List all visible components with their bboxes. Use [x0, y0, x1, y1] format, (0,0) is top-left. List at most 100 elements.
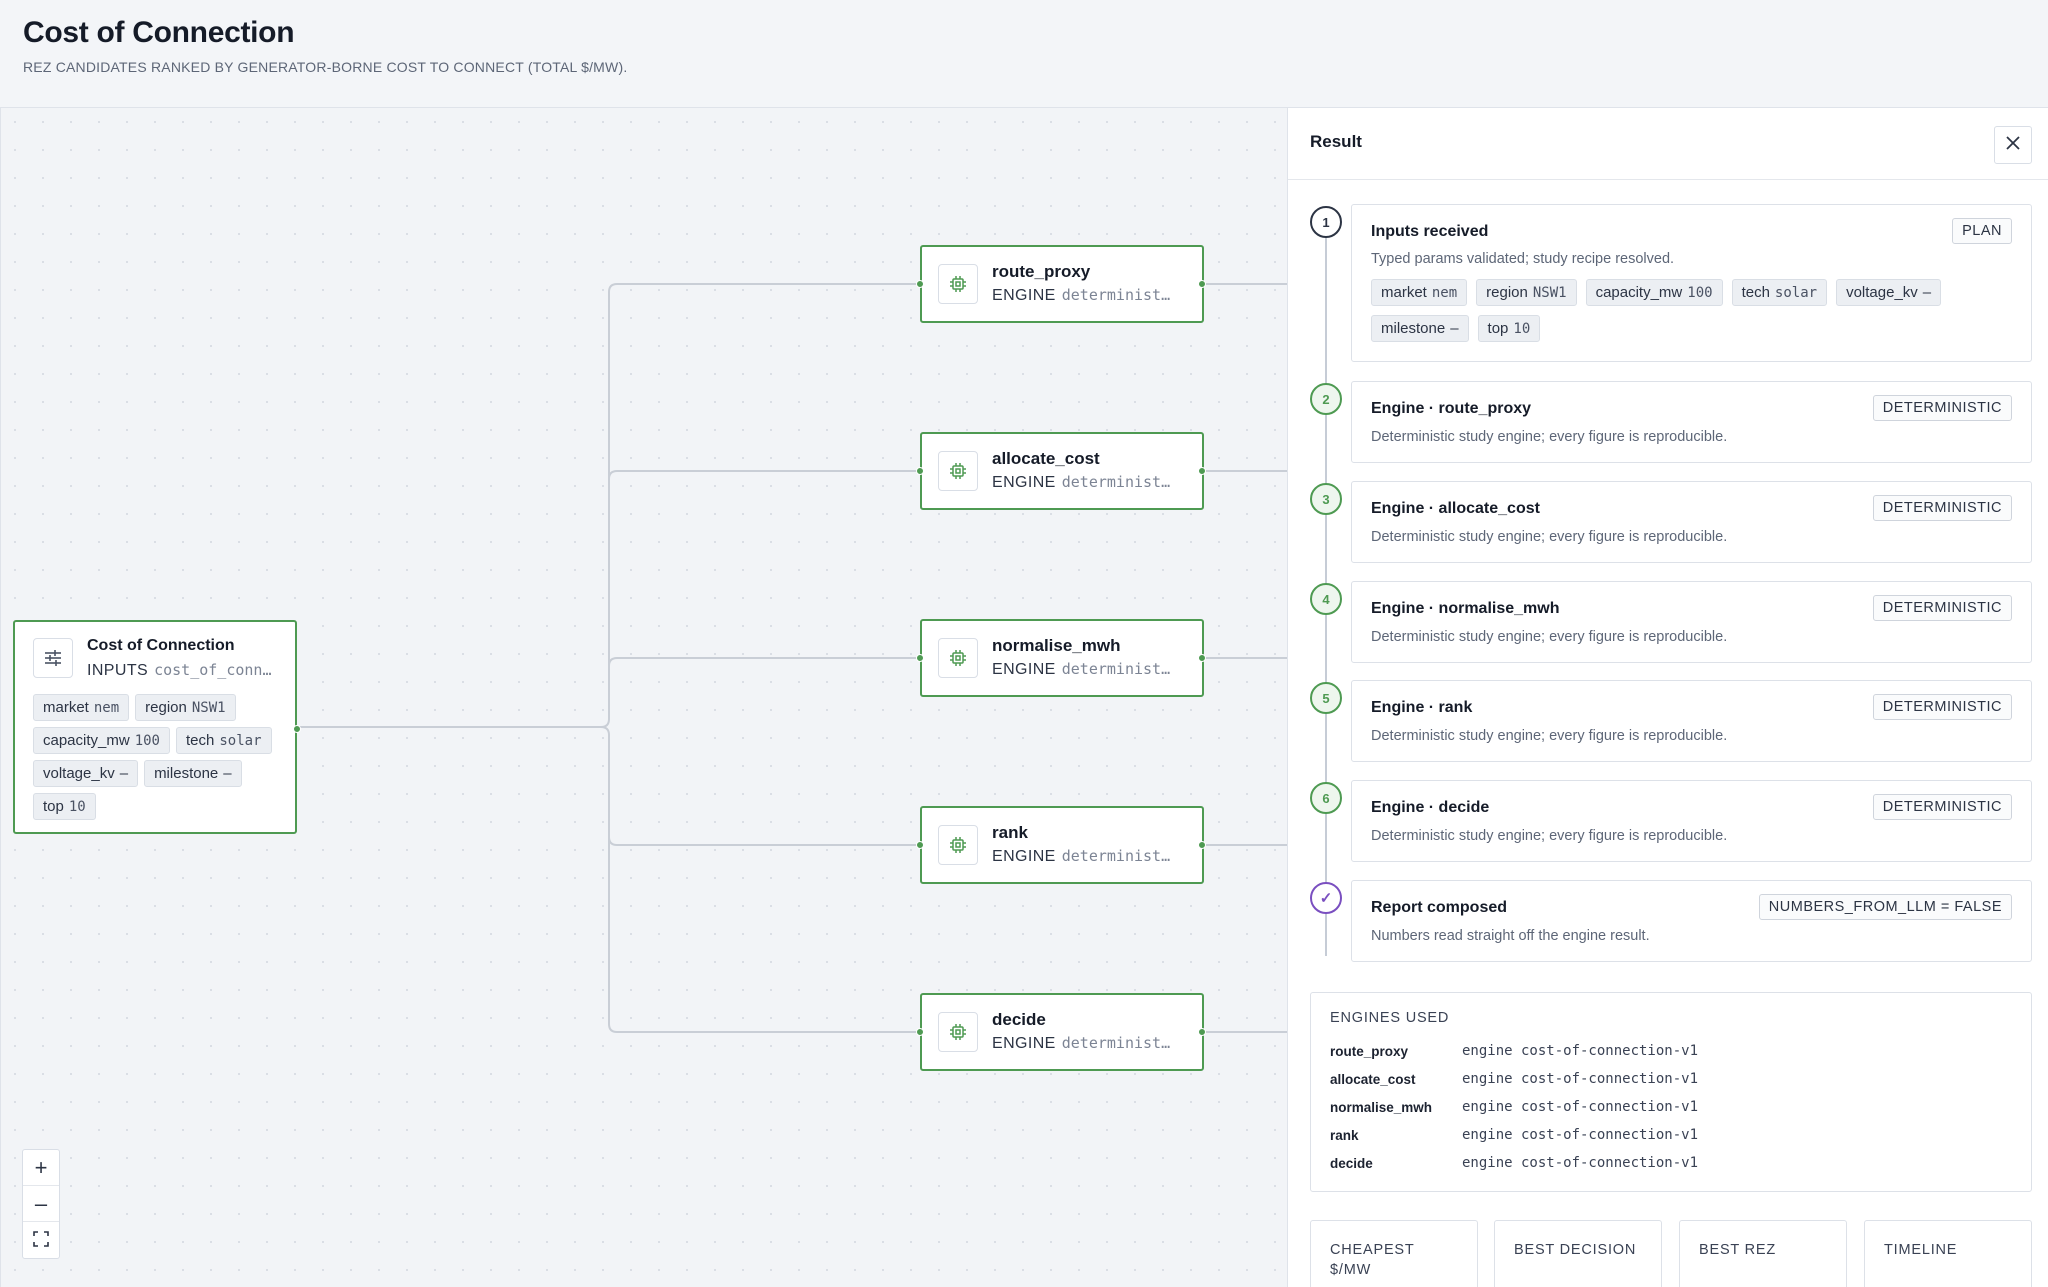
- step-marker: ✓: [1310, 882, 1342, 914]
- param-key: capacity_mw: [1595, 284, 1683, 301]
- engine-version: engine cost-of-connection-v1: [1462, 1071, 1699, 1087]
- engine-node-title: decide: [992, 1010, 1046, 1029]
- param-value: solar: [219, 732, 262, 749]
- step-marker: 3: [1310, 483, 1342, 515]
- status-badge: DETERMINISTIC: [1872, 395, 2012, 421]
- edge-branch-rank: [600, 726, 921, 846]
- param-chip-top: top 10: [1477, 315, 1541, 342]
- param-value: NSW1: [1532, 284, 1567, 301]
- engine-node-title: allocate_cost: [992, 449, 1100, 468]
- fit-view-icon: [33, 1227, 49, 1253]
- step-description: Deterministic study engine; every figure…: [1371, 429, 1728, 445]
- output-port[interactable]: [1198, 1028, 1206, 1036]
- step-marker: 5: [1310, 682, 1342, 714]
- status-badge: DETERMINISTIC: [1872, 794, 2012, 820]
- step-card-inputs-received: Inputs received PLAN Typed params valida…: [1351, 204, 2032, 362]
- engine-node-title: normalise_mwh: [992, 636, 1121, 655]
- output-port[interactable]: [1198, 841, 1206, 849]
- stat-card-best-decision: BEST DECISION: [1494, 1220, 1662, 1287]
- param-key: voltage_kv: [43, 765, 115, 782]
- node-kind: ENGINE: [992, 1035, 1056, 1052]
- step-marker: 2: [1310, 383, 1342, 415]
- stat-card-cheapest: CHEAPEST $/MW: [1310, 1220, 1478, 1287]
- param-chip-tech: tech solar: [1731, 279, 1828, 306]
- param-chip-market: market nem: [1371, 279, 1468, 306]
- chip-icon: [938, 451, 978, 491]
- output-port[interactable]: [293, 725, 301, 733]
- step-title: Report composed: [1371, 899, 1508, 916]
- engine-node-title: rank: [992, 823, 1028, 842]
- output-port[interactable]: [1198, 654, 1206, 662]
- stat-label: BEST REZ: [1699, 1242, 1777, 1258]
- status-badge: DETERMINISTIC: [1872, 595, 2012, 621]
- engine-node-allocate-cost[interactable]: allocate_cost ENGINE determinist…: [916, 432, 1206, 510]
- param-value: –: [119, 765, 129, 782]
- engine-version: engine cost-of-connection-v1: [1462, 1155, 1699, 1171]
- engine-node-rank[interactable]: rank ENGINE determinist…: [916, 806, 1206, 884]
- status-badge: NUMBERS_FROM_LLM = FALSE: [1758, 894, 2012, 920]
- engine-node-subtitle: ENGINE determinist…: [992, 286, 1170, 305]
- page-title: Cost of Connection: [23, 16, 295, 49]
- engine-name: decide: [1330, 1155, 1373, 1171]
- engines-used-heading: ENGINES USED: [1330, 1010, 1450, 1026]
- step-card-rank: Engine · rank DETERMINISTIC Deterministi…: [1351, 680, 2032, 762]
- param-value: –: [1922, 284, 1932, 301]
- param-key: tech: [186, 732, 215, 749]
- engine-node-decide[interactable]: decide ENGINE determinist…: [916, 993, 1206, 1071]
- engine-node-subtitle: ENGINE determinist…: [992, 660, 1170, 679]
- workflow-canvas[interactable]: Cost of Connection INPUTS cost_of_conn… m…: [0, 108, 1287, 1287]
- step-description: Numbers read straight off the engine res…: [1371, 928, 1650, 944]
- node-ref: determinist…: [1061, 1034, 1171, 1052]
- param-key: milestone: [154, 765, 219, 782]
- inputs-node[interactable]: Cost of Connection INPUTS cost_of_conn… m…: [13, 620, 301, 834]
- engine-row: route_proxy engine cost-of-connection-v1: [1330, 1043, 1698, 1059]
- step-params: market nem region NSW1 capacity_mw 100 tech…: [1371, 279, 2021, 342]
- engine-version: engine cost-of-connection-v1: [1462, 1127, 1699, 1143]
- input-port[interactable]: [916, 280, 924, 288]
- param-value: NSW1: [191, 699, 226, 716]
- param-value: nem: [1431, 284, 1458, 301]
- engine-node-route-proxy[interactable]: route_proxy ENGINE determinist…: [916, 245, 1206, 323]
- engine-version: engine cost-of-connection-v1: [1462, 1043, 1699, 1059]
- output-port[interactable]: [1198, 280, 1206, 288]
- engine-name: normalise_mwh: [1330, 1099, 1433, 1115]
- chip-icon: [938, 264, 978, 304]
- stat-label: BEST DECISION: [1514, 1242, 1637, 1258]
- engine-node-subtitle: ENGINE determinist…: [992, 473, 1170, 492]
- engine-row: decide engine cost-of-connection-v1: [1330, 1155, 1698, 1171]
- param-key: capacity_mw: [43, 732, 130, 749]
- edge-branch-allocate-cost: [608, 470, 921, 719]
- engine-name: route_proxy: [1330, 1043, 1409, 1059]
- input-port[interactable]: [916, 841, 924, 849]
- step-title: Engine · allocate_cost: [1371, 500, 1540, 517]
- engine-version: engine cost-of-connection-v1: [1462, 1099, 1699, 1115]
- page-header: Cost of Connection REZ CANDIDATES RANKED…: [0, 0, 2048, 108]
- input-port[interactable]: [916, 467, 924, 475]
- close-button[interactable]: [1994, 126, 2032, 164]
- param-key: market: [43, 699, 89, 716]
- fit-view-button[interactable]: [23, 1222, 59, 1258]
- param-chip-voltage-kv: voltage_kv –: [1836, 279, 1942, 306]
- chip-icon: [938, 638, 978, 678]
- stat-card-best-rez: BEST REZ: [1679, 1220, 1847, 1287]
- stat-label: TIMELINE: [1884, 1242, 1958, 1258]
- result-panel: Result 1 Inputs received PLAN Typed para…: [1287, 108, 2048, 1287]
- param-chip-voltage-kv: voltage_kv –: [33, 760, 139, 787]
- input-port[interactable]: [916, 1028, 924, 1036]
- step-card-report-composed: Report composed NUMBERS_FROM_LLM = FALSE…: [1351, 880, 2032, 962]
- step-title: Engine · rank: [1371, 699, 1473, 716]
- engine-node-normalise-mwh[interactable]: normalise_mwh ENGINE determinist…: [916, 619, 1206, 697]
- param-key: region: [145, 699, 187, 716]
- input-port[interactable]: [916, 654, 924, 662]
- node-ref: determinist…: [1061, 473, 1171, 491]
- node-ref: determinist…: [1061, 660, 1171, 678]
- engine-row: normalise_mwh engine cost-of-connection-…: [1330, 1099, 1698, 1115]
- result-panel-title: Result: [1310, 132, 1362, 151]
- output-port[interactable]: [1198, 467, 1206, 475]
- step-card-route-proxy: Engine · route_proxy DETERMINISTIC Deter…: [1351, 381, 2032, 463]
- zoom-out-button[interactable]: –: [23, 1186, 59, 1222]
- param-value: 10: [1513, 320, 1531, 337]
- param-value: –: [223, 765, 232, 782]
- zoom-in-button[interactable]: +: [23, 1150, 59, 1186]
- param-chip-region: region NSW1: [135, 694, 236, 721]
